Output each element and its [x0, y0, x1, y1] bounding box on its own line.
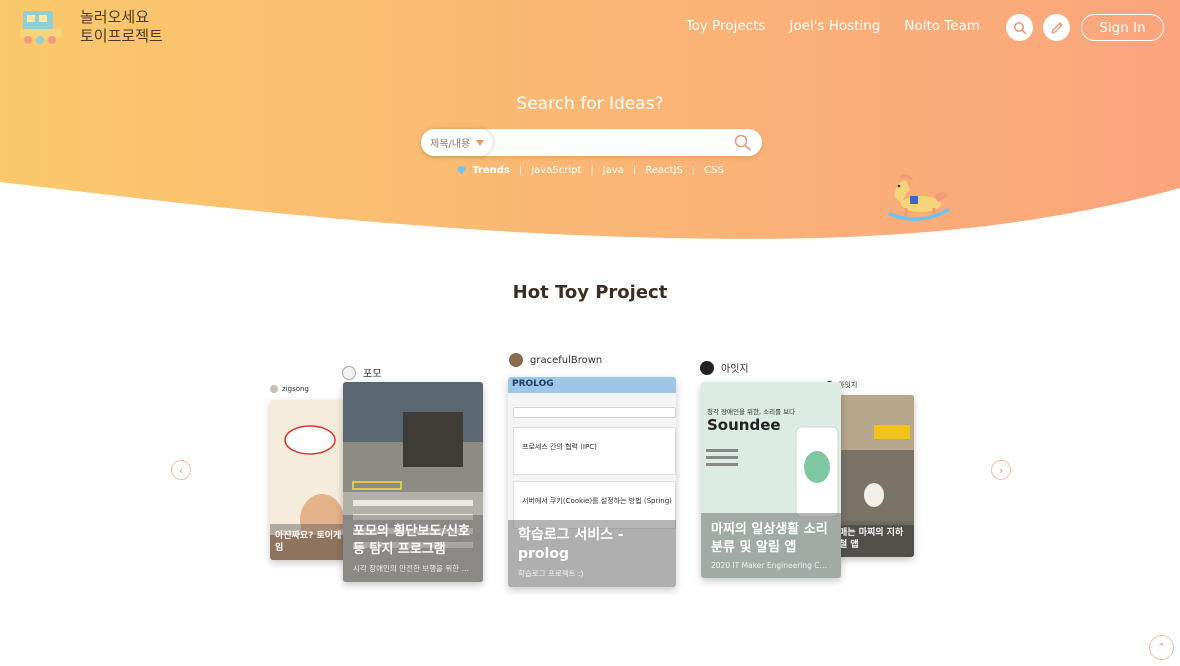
- author-name: zigsong: [282, 385, 309, 393]
- card-3-shot-item-2-text: 서버에서 쿠키(Cookie)를 설정하는 방법 (Spring): [522, 497, 672, 505]
- brand-name: 놀러오세요 토이프로젝트: [80, 8, 163, 46]
- tag-separator: |: [632, 165, 637, 176]
- card-3-title: 학습로그 서비스 - prolog: [518, 527, 624, 562]
- card-4-author[interactable]: 아잇지: [700, 360, 749, 375]
- tag-javascript[interactable]: JavaScript: [531, 165, 581, 176]
- chevron-left-icon: ‹: [178, 463, 184, 477]
- trends-text: Trends: [472, 165, 510, 176]
- chevron-right-icon: ›: [998, 463, 1004, 477]
- brand-line-2: 토이프로젝트: [80, 27, 163, 45]
- tag-separator: |: [518, 165, 523, 176]
- caret-down-icon: [476, 139, 485, 146]
- card-2-desc: 시각 장애인의 안전한 보행을 위한 횡단보도/...: [353, 564, 473, 573]
- diamond-icon: [457, 166, 467, 175]
- card-2-title: 포모의 횡단보도/신호등 탐지 프로그램: [353, 524, 470, 557]
- rocking-horse-icon: [888, 174, 950, 221]
- card-3-shot-item-1: 프로세스 간의 협력 (IPC): [513, 427, 676, 475]
- search-input[interactable]: [499, 132, 724, 153]
- trends-label: Trends: [456, 165, 510, 176]
- chevron-up-icon: ⌃: [1156, 641, 1167, 654]
- tag-separator: |: [691, 165, 696, 176]
- card-4-heading: 청각 장애인을 위한, 소리를 보다: [707, 408, 796, 416]
- search-bar: 제목/내용: [421, 129, 762, 156]
- card-3-shot-header: PROLOG: [508, 377, 676, 393]
- card-3-shot-item-1-text: 프로세스 간의 협력 (IPC): [522, 443, 597, 451]
- card-1-author[interactable]: zigsong: [270, 385, 309, 393]
- avatar: [700, 360, 714, 375]
- write-post-button[interactable]: [1043, 14, 1070, 41]
- hot-project-carousel: ‹ › zigsong 아진짜요? 토이게임 아잇지 매는 마찌의 지하철 앱 …: [0, 340, 1180, 610]
- card-2-overlay: 포모의 횡단보도/신호등 탐지 프로그램 시각 장애인의 안전한 보행을 위한 …: [343, 515, 483, 582]
- tag-reactjs[interactable]: ReactJS: [645, 165, 683, 176]
- nav-toy-projects[interactable]: Toy Projects: [686, 18, 766, 34]
- card-1-title: 아진짜요? 토이게임: [275, 531, 342, 553]
- card-5-overlay: 매는 마찌의 지하철 앱: [834, 521, 914, 557]
- nav-joels-hosting[interactable]: Joel's Hosting: [789, 18, 880, 34]
- card-4-brand: Soundee: [707, 416, 781, 434]
- hot-toy-project-heading: Hot Toy Project: [509, 282, 671, 303]
- tag-separator: |: [590, 165, 594, 176]
- card-4-desc: 2020 IT Maker Engineering Capstone...: [711, 561, 831, 570]
- author-name: 포모: [363, 369, 382, 380]
- card-3-overlay: 학습로그 서비스 - prolog 학습로그 프로젝트 :): [508, 520, 676, 587]
- card-2-author[interactable]: 포모: [342, 365, 381, 380]
- section-title: Hot Toy Project: [0, 282, 1180, 303]
- carousel-next-button[interactable]: ›: [991, 460, 1011, 480]
- card-3-author[interactable]: gracefulBrown: [509, 353, 602, 367]
- card-4-overlay: 마찌의 일상생활 소리 분류 및 알림 앱 2020 IT Maker Engi…: [701, 513, 841, 578]
- scroll-to-top-button[interactable]: ⌃: [1149, 635, 1174, 660]
- search-title: Search for Ideas?: [516, 94, 664, 114]
- project-card-4[interactable]: 청각 장애인을 위한, 소리를 보다 Soundee 마찌의 일상생활 소리 분…: [701, 382, 841, 578]
- search-icon: [1013, 21, 1026, 34]
- carousel-prev-button[interactable]: ‹: [171, 460, 191, 480]
- card-4-title: 마찌의 일상생활 소리 분류 및 알림 앱: [711, 522, 828, 555]
- nolto-logo-icon: [18, 9, 64, 45]
- tag-java[interactable]: Java: [603, 165, 624, 176]
- project-card-3[interactable]: PROLOG 프로세스 간의 협력 (IPC) 서버에서 쿠키(Cookie)를…: [508, 377, 676, 587]
- search-type-value: 제목/내용: [430, 139, 471, 150]
- author-name: 아잇지: [721, 364, 749, 375]
- brand-logo[interactable]: 놀러오세요 토이프로젝트: [18, 8, 163, 46]
- brand-line-1: 놀러오세요: [80, 8, 150, 26]
- sign-in-button[interactable]: Sign In: [1081, 14, 1164, 41]
- project-card-1[interactable]: 아진짜요? 토이게임: [270, 400, 350, 560]
- card-1-overlay: 아진짜요? 토이게임: [270, 524, 350, 560]
- author-name: gracefulBrown: [530, 354, 603, 366]
- card-5-title: 매는 마찌의 지하철 앱: [839, 528, 904, 550]
- hero-banner: 놀러오세요 토이프로젝트 Toy Projects Joel's Hosting…: [0, 0, 1180, 250]
- card-3-desc: 학습로그 프로젝트 :): [518, 569, 584, 578]
- main-nav: Toy Projects Joel's Hosting Nolto Team: [686, 18, 980, 34]
- project-card-2[interactable]: 포모의 횡단보도/신호등 탐지 프로그램 시각 장애인의 안전한 보행을 위한 …: [343, 382, 483, 582]
- avatar: [342, 365, 356, 380]
- card-3-shot-filter: [513, 407, 676, 418]
- search-submit-icon[interactable]: [733, 133, 753, 153]
- avatar: [270, 385, 278, 393]
- project-card-5[interactable]: 매는 마찌의 지하철 앱: [834, 395, 914, 557]
- header-search-button[interactable]: [1006, 14, 1033, 41]
- nav-nolto-team[interactable]: Nolto Team: [904, 18, 980, 34]
- search-type-select[interactable]: 제목/내용: [421, 129, 493, 156]
- pencil-icon: [1050, 21, 1063, 34]
- hero-background: [0, 0, 1180, 239]
- trend-tags: Trends | JavaScript | Java | ReactJS | C…: [0, 165, 1180, 176]
- avatar: [509, 353, 523, 367]
- card-3-shot-brand: PROLOG: [512, 379, 554, 389]
- tag-css[interactable]: CSS: [704, 165, 724, 176]
